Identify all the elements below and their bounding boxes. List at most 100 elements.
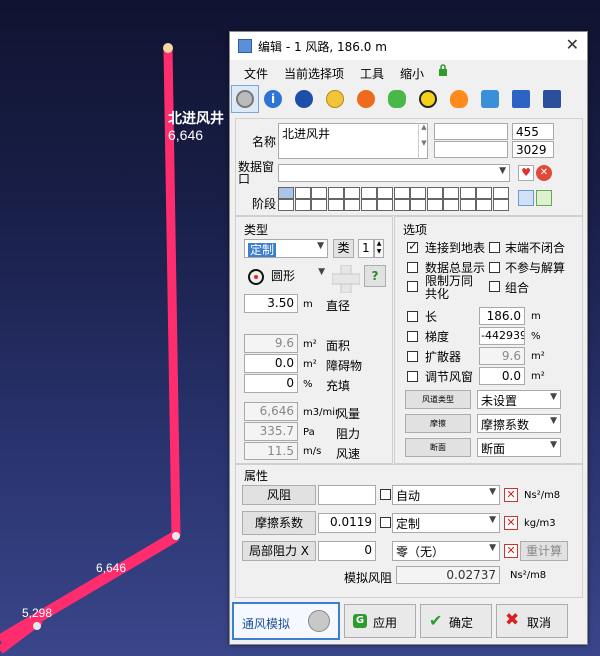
stage-cell[interactable] (426, 199, 443, 211)
stage-cell[interactable] (426, 187, 443, 199)
shape-help-button[interactable]: ? (364, 265, 386, 287)
friction-dropdown[interactable]: 摩擦系数 ▼ (477, 414, 561, 433)
title-bar[interactable]: 编辑 - 1 风路, 186.0 m ✕ (230, 32, 587, 60)
lock-icon[interactable] (438, 64, 448, 76)
diffuser-checkbox[interactable] (407, 351, 418, 362)
cancel-button[interactable]: ✖ 取消 (496, 604, 568, 638)
limit-coexist-checkbox[interactable] (407, 281, 418, 292)
class-spinner[interactable]: ▲ ▼ (374, 239, 384, 258)
network-icon[interactable] (231, 85, 259, 113)
stage-cell[interactable] (410, 187, 426, 199)
apply-button[interactable]: G 应用 (344, 604, 416, 638)
length-field[interactable]: 186.0 (479, 307, 525, 325)
stage-cell[interactable] (476, 199, 492, 211)
stage-cell[interactable] (410, 199, 426, 211)
wireless-icon[interactable] (476, 85, 504, 113)
stage-info-icon[interactable] (518, 190, 534, 206)
type-dropdown[interactable]: 定制 ▼ (244, 239, 328, 258)
friction-mode-dropdown[interactable]: 定制 ▼ (392, 513, 500, 533)
name-extra-2[interactable] (434, 141, 508, 158)
magnet-icon[interactable] (538, 85, 566, 113)
airway-type-dropdown[interactable]: 未设置 ▼ (477, 390, 561, 409)
menu-file[interactable]: 文件 (244, 65, 268, 82)
stage-cell[interactable] (360, 199, 377, 211)
resistance-mode-dropdown[interactable]: 自动 ▼ (392, 485, 500, 505)
adjust-window-field[interactable]: 0.0 (479, 367, 525, 385)
class-button[interactable]: 类 (333, 239, 354, 258)
connect-surface-checkbox[interactable] (407, 239, 418, 253)
adjust-window-checkbox[interactable] (407, 371, 418, 382)
close-icon[interactable]: ✕ (566, 35, 579, 54)
ok-button[interactable]: ✔ 确定 (420, 604, 492, 638)
stage-cell[interactable] (492, 199, 509, 211)
stage-cell[interactable] (393, 199, 410, 211)
stage-cell[interactable] (344, 187, 360, 199)
stage-cell[interactable] (360, 187, 377, 199)
resistance-checkbox[interactable] (380, 489, 391, 500)
name-num-2[interactable]: 3029 (512, 141, 554, 158)
menu-tools[interactable]: 工具 (360, 65, 384, 82)
radiation-icon[interactable] (414, 85, 442, 113)
data-total-checkbox[interactable] (407, 262, 418, 273)
stage-export-icon[interactable] (536, 190, 552, 206)
menu-current-selection[interactable]: 当前选择项 (284, 65, 344, 82)
stage-cell[interactable] (377, 187, 393, 199)
stage-cell[interactable] (476, 187, 492, 199)
name-extra-1[interactable] (434, 123, 508, 140)
obstacle-field[interactable]: 0.0 (244, 354, 298, 373)
class-number[interactable]: 1 (358, 239, 374, 258)
gauge-icon[interactable] (321, 85, 349, 113)
diameter-field[interactable]: 3.50 (244, 294, 298, 313)
stage-cell[interactable] (492, 187, 509, 199)
recalc-button[interactable]: 重计算 (520, 541, 568, 561)
data-window-dropdown[interactable]: ▼ (278, 164, 510, 182)
stage-cell[interactable] (278, 187, 294, 199)
stage-cell[interactable] (311, 187, 327, 199)
fire-icon[interactable] (352, 85, 380, 113)
fan-icon[interactable] (290, 85, 318, 113)
flame-icon[interactable] (445, 85, 473, 113)
stage-grid[interactable] (278, 187, 512, 213)
stage-cell[interactable] (311, 199, 327, 211)
slope-field[interactable]: -442939. (479, 327, 525, 345)
length-checkbox[interactable] (407, 311, 418, 322)
name-num-1[interactable]: 455 (512, 123, 554, 140)
combine-checkbox[interactable] (489, 281, 500, 292)
stage-cell[interactable] (327, 199, 344, 211)
simulate-button[interactable]: 通风模拟 (232, 602, 340, 640)
no-solve-checkbox[interactable] (489, 262, 500, 273)
local-clear-icon[interactable]: ✕ (504, 544, 518, 558)
resistance-value-field[interactable] (318, 485, 376, 505)
stage-cell[interactable] (294, 187, 311, 199)
local-mode-dropdown[interactable]: 零（无） ▼ (392, 541, 500, 561)
local-resistance-button[interactable]: 局部阻力 X (242, 541, 316, 561)
heart-icon[interactable]: ♥ (518, 165, 534, 181)
stage-cell[interactable] (294, 199, 311, 211)
name-scroll[interactable]: ▲ ▼ (418, 123, 429, 159)
resistance-button[interactable]: 风阻 (242, 485, 316, 505)
friction-checkbox[interactable] (380, 517, 391, 528)
info-icon[interactable]: i (259, 85, 287, 113)
fill-field[interactable]: 0 (244, 374, 298, 393)
stage-cell[interactable] (459, 199, 476, 211)
delete-icon[interactable]: ✕ (536, 165, 552, 181)
end-unclosed-checkbox[interactable] (489, 242, 500, 253)
airway-type-button[interactable]: 风道类型 (405, 390, 471, 409)
friction-coeff-button[interactable]: 摩擦系数 (242, 511, 316, 535)
stage-cell[interactable] (278, 199, 294, 211)
shape-dropdown[interactable]: 圆形 ▼ (268, 266, 328, 285)
friction-clear-icon[interactable]: ✕ (504, 516, 518, 530)
gas-icon[interactable] (383, 85, 411, 113)
stage-cell[interactable] (443, 199, 459, 211)
local-value-field[interactable]: 0 (318, 541, 376, 561)
stage-cell[interactable] (377, 199, 393, 211)
resistance-clear-icon[interactable]: ✕ (504, 488, 518, 502)
name-field[interactable]: 北进风井 (278, 123, 428, 159)
friction-value-field[interactable]: 0.0119 (318, 513, 376, 533)
friction-button[interactable]: 摩擦 (405, 414, 471, 433)
section-dropdown[interactable]: 断面 ▼ (477, 438, 561, 457)
stage-cell[interactable] (344, 199, 360, 211)
slope-checkbox[interactable] (407, 331, 418, 342)
stage-cell[interactable] (393, 187, 410, 199)
menu-minimize[interactable]: 缩小 (400, 65, 424, 82)
